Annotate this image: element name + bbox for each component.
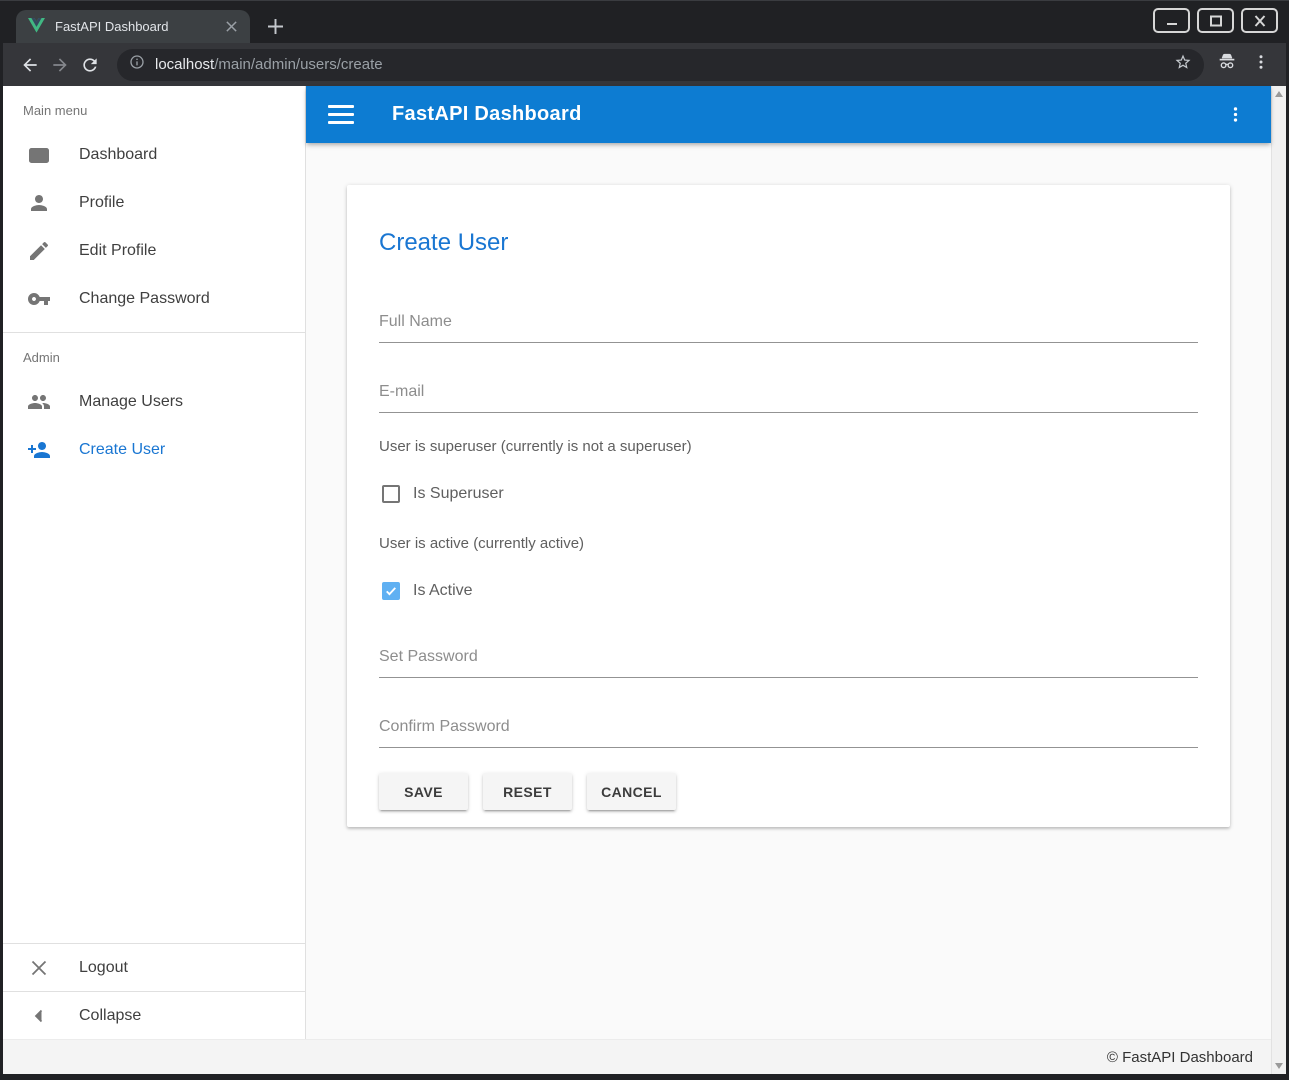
url-path: /main/admin/users/create	[214, 56, 382, 73]
people-icon	[27, 390, 51, 414]
pencil-icon	[27, 239, 51, 263]
sidebar-item-create-user[interactable]: Create User	[3, 426, 305, 474]
superuser-checkbox[interactable]	[382, 485, 400, 503]
active-checkbox[interactable]	[382, 582, 400, 600]
close-window-button[interactable]	[1241, 8, 1278, 33]
browser-menu-icon[interactable]	[1252, 53, 1270, 76]
sidebar-section-header: Admin	[3, 333, 305, 378]
hamburger-menu-icon[interactable]	[328, 97, 364, 133]
window-controls	[1153, 8, 1278, 33]
appbar-menu-icon[interactable]	[1223, 103, 1247, 127]
person-icon	[27, 191, 51, 215]
browser-toolbar: localhost/main/admin/users/create	[3, 43, 1286, 86]
save-button[interactable]: SAVE	[379, 773, 468, 810]
sidebar-item-profile[interactable]: Profile	[3, 179, 305, 227]
dashboard-icon	[27, 143, 51, 167]
tab-title: FastAPI Dashboard	[55, 19, 222, 34]
sidebar-item-edit-profile[interactable]: Edit Profile	[3, 227, 305, 275]
browser-titlebar: FastAPI Dashboard	[3, 1, 1286, 43]
full-name-input[interactable]	[379, 309, 1198, 343]
scrollbar-up-arrow-icon[interactable]	[1275, 91, 1283, 97]
cancel-button[interactable]: CANCEL	[587, 773, 676, 810]
active-checkbox-row[interactable]: Is Active	[379, 578, 1198, 604]
x-icon	[27, 956, 51, 980]
app-bar: FastAPI Dashboard	[306, 86, 1271, 143]
sidebar-item-label: Change Password	[79, 290, 210, 308]
site-info-icon[interactable]	[129, 54, 145, 75]
person-add-icon	[27, 438, 51, 462]
page: Main menu Dashboard Profile	[3, 86, 1286, 1074]
password-input[interactable]	[379, 644, 1198, 678]
url-text: localhost/main/admin/users/create	[155, 56, 1174, 73]
new-tab-button[interactable]	[260, 11, 290, 41]
email-field-wrapper	[379, 379, 1198, 413]
sidebar: Main menu Dashboard Profile	[3, 86, 306, 1039]
superuser-checkbox-label: Is Superuser	[413, 485, 504, 503]
confirm-password-input[interactable]	[379, 714, 1198, 748]
sidebar-item-collapse[interactable]: Collapse	[3, 991, 305, 1039]
bookmark-star-icon[interactable]	[1174, 53, 1192, 76]
sidebar-section-header: Main menu	[3, 86, 305, 131]
app-title: FastAPI Dashboard	[392, 103, 582, 126]
sidebar-item-change-password[interactable]: Change Password	[3, 275, 305, 323]
superuser-checkbox-row[interactable]: Is Superuser	[379, 481, 1198, 507]
back-button[interactable]	[15, 50, 45, 80]
form-buttons: SAVE RESET CANCEL	[379, 773, 1198, 810]
url-host: localhost	[155, 56, 214, 73]
sidebar-bottom: Logout Collapse	[3, 943, 305, 1039]
scrollbar-down-arrow-icon[interactable]	[1275, 1063, 1283, 1069]
sidebar-item-label: Create User	[79, 441, 165, 459]
sidebar-item-label: Dashboard	[79, 146, 157, 164]
page-footer: © FastAPI Dashboard	[3, 1039, 1271, 1074]
browser-tab[interactable]: FastAPI Dashboard	[16, 10, 250, 43]
password-field-wrapper	[379, 644, 1198, 678]
sidebar-item-label: Logout	[79, 959, 128, 977]
browser-window: FastAPI Dashboard	[0, 0, 1289, 1080]
sidebar-item-manage-users[interactable]: Manage Users	[3, 378, 305, 426]
email-input[interactable]	[379, 379, 1198, 413]
minimize-button[interactable]	[1153, 8, 1190, 33]
page-content: Create User User is superuser (currently…	[306, 143, 1271, 1039]
sidebar-item-logout[interactable]: Logout	[3, 943, 305, 991]
sidebar-item-label: Manage Users	[79, 393, 183, 411]
active-hint: User is active (currently active)	[379, 535, 1198, 552]
full-name-field-wrapper	[379, 309, 1198, 343]
maximize-button[interactable]	[1197, 8, 1234, 33]
sidebar-item-label: Collapse	[79, 1007, 141, 1025]
sidebar-item-label: Edit Profile	[79, 242, 156, 260]
reset-button[interactable]: RESET	[483, 773, 572, 810]
url-bar[interactable]: localhost/main/admin/users/create	[117, 49, 1204, 81]
toolbar-right	[1216, 51, 1274, 78]
sidebar-item-label: Profile	[79, 194, 124, 212]
active-checkbox-label: Is Active	[413, 582, 473, 600]
forward-button[interactable]	[45, 50, 75, 80]
create-user-card: Create User User is superuser (currently…	[347, 185, 1230, 827]
page-body: Main menu Dashboard Profile	[3, 86, 1271, 1039]
superuser-hint: User is superuser (currently is not a su…	[379, 438, 1198, 455]
page-left: Main menu Dashboard Profile	[3, 86, 1271, 1074]
main-area: FastAPI Dashboard Create User	[306, 86, 1271, 1039]
vue-logo-icon	[28, 18, 45, 35]
confirm-password-field-wrapper	[379, 714, 1198, 748]
tab-close-icon[interactable]	[222, 18, 240, 36]
copyright-text: © FastAPI Dashboard	[1107, 1049, 1253, 1066]
reload-button[interactable]	[75, 50, 105, 80]
chevron-left-icon	[27, 1004, 51, 1028]
incognito-icon	[1216, 51, 1238, 78]
page-title: Create User	[379, 229, 1198, 257]
key-icon	[27, 287, 51, 311]
sidebar-item-dashboard[interactable]: Dashboard	[3, 131, 305, 179]
page-scrollbar[interactable]	[1271, 86, 1286, 1074]
